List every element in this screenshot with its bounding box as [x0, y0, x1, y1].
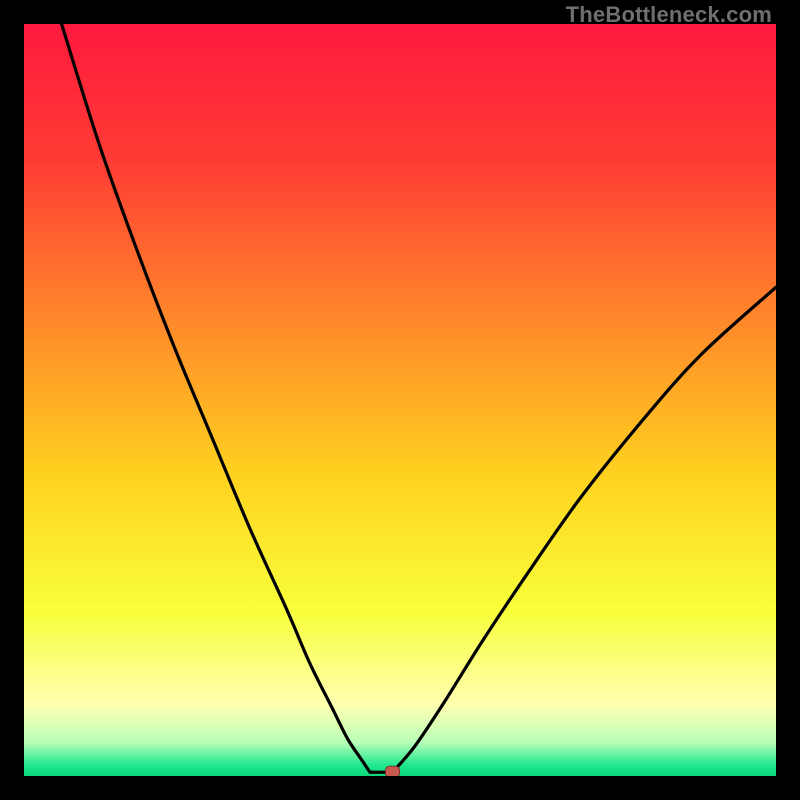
heat-gradient-background — [24, 24, 776, 776]
optimal-point-marker — [385, 766, 399, 776]
chart-frame — [24, 24, 776, 776]
watermark-text: TheBottleneck.com — [566, 2, 772, 28]
bottleneck-chart — [24, 24, 776, 776]
